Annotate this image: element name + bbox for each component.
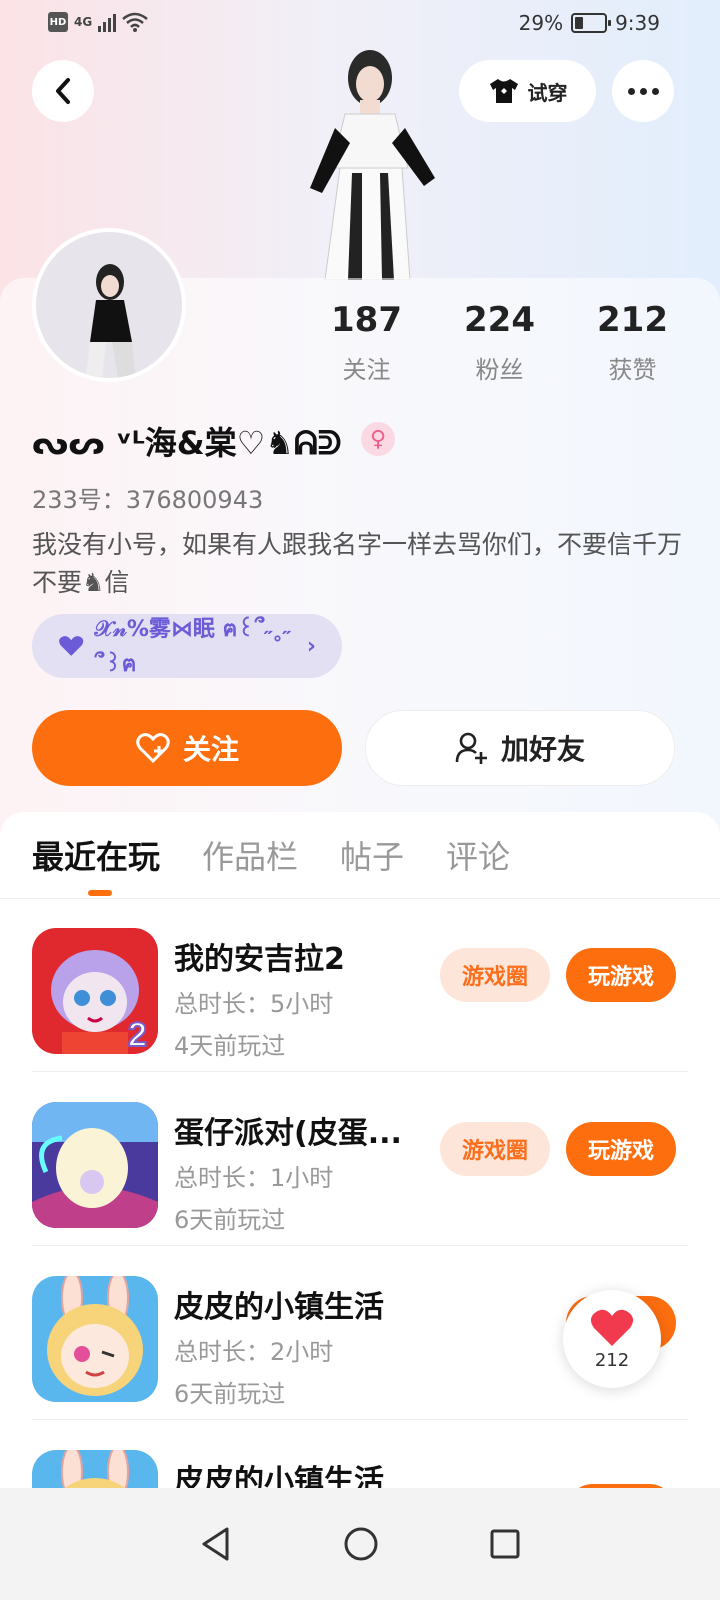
tab-recent-played[interactable]: 最近在玩 (32, 832, 160, 878)
stat-label: 关注 (342, 356, 391, 384)
angela-icon[interactable]: 2 (32, 928, 158, 1054)
play-game-button[interactable]: 玩游戏 (566, 1122, 676, 1176)
avatar-3d-figure[interactable] (290, 48, 440, 280)
divider (32, 1071, 688, 1072)
dot (651, 87, 659, 95)
divider (32, 1245, 688, 1246)
wifi-icon (122, 12, 149, 32)
chevron-right-icon: › (306, 633, 316, 659)
stat-following[interactable]: 187 关注 (300, 300, 433, 385)
chevron-left-icon (56, 78, 70, 104)
list-item[interactable]: 蛋仔派对(皮蛋... 总时长：1小时 6天前玩过 游戏圈 玩游戏 (32, 1074, 688, 1246)
female-gender-icon: ♀ (361, 422, 395, 456)
stat-value: 187 (331, 300, 402, 340)
home-circle-icon[interactable] (343, 1526, 379, 1562)
like-floating-button[interactable]: 212 (563, 1290, 661, 1388)
divider (32, 1419, 688, 1420)
back-triangle-icon[interactable] (199, 1526, 233, 1562)
profile-stats: 187 关注 224 粉丝 212 获赞 (300, 300, 700, 385)
game-title: 蛋仔派对(皮蛋... (174, 1116, 402, 1151)
battery-percent: 29% (518, 11, 564, 35)
status-right: 29% 9:39 (519, 11, 660, 35)
follow-label: 关注 (182, 733, 239, 766)
heart-icon (590, 1309, 634, 1346)
tab-comments[interactable]: 评论 (446, 832, 510, 878)
heart-icon (59, 636, 84, 656)
signal-icon (98, 12, 117, 32)
try-on-button[interactable]: 试穿 (459, 60, 596, 122)
tag-label: 𝒳𝓃%雾⋈眠 ฅ꒰՞˶˳˶ ՞꒱ฅ (94, 617, 291, 677)
eggy-party-icon[interactable] (32, 1102, 158, 1228)
user-plus-icon (455, 732, 487, 764)
dot (639, 87, 647, 95)
avatar-figure (86, 264, 136, 378)
game-title: 我的安吉拉2 (174, 942, 345, 977)
svg-text:2: 2 (128, 1016, 147, 1054)
add-friend-button[interactable]: 加好友 (365, 710, 675, 786)
nickname: ᔓᔕ ᵛᴸ海&棠♡♞ᕱᕲ (32, 424, 342, 462)
battery-icon (571, 13, 612, 33)
tab-posts[interactable]: 帖子 (340, 832, 404, 878)
tab-bar: 最近在玩 作品栏 帖子 评论 (32, 832, 510, 878)
status-left: HD 4G (48, 12, 149, 32)
stat-label: 粉丝 (475, 356, 524, 384)
tshirt-icon (489, 79, 518, 103)
tab-works[interactable]: 作品栏 (202, 832, 298, 878)
divider (0, 898, 720, 899)
game-circle-button[interactable]: 游戏圈 (440, 948, 550, 1002)
game-last-played: 6天前玩过 (174, 1380, 286, 1408)
recents-square-icon[interactable] (489, 1528, 521, 1560)
stat-label: 获赞 (608, 356, 657, 384)
clock: 9:39 (615, 11, 660, 35)
pipi-town-icon[interactable] (32, 1276, 158, 1402)
stat-value: 212 (597, 300, 668, 340)
game-last-played: 4天前玩过 (174, 1032, 286, 1060)
play-game-button[interactable]: 玩游戏 (566, 948, 676, 1002)
game-duration: 总时长：5小时 (174, 990, 334, 1018)
hd-badge: HD (48, 12, 68, 32)
follow-button[interactable]: 关注 (32, 710, 342, 786)
stat-value: 224 (464, 300, 535, 340)
game-circle-button[interactable]: 游戏圈 (440, 1122, 550, 1176)
back-button[interactable] (32, 60, 94, 122)
dot (627, 87, 635, 95)
relationship-tag[interactable]: 𝒳𝓃%雾⋈眠 ฅ꒰՞˶˳˶ ՞꒱ฅ › (32, 614, 342, 678)
like-count: 212 (594, 1349, 630, 1371)
game-duration: 总时长：1小时 (174, 1164, 334, 1192)
system-nav-bar (0, 1488, 720, 1600)
game-duration: 总时长：2小时 (174, 1338, 334, 1366)
network-type: 4G (74, 15, 93, 29)
stat-likes[interactable]: 212 获赞 (566, 300, 699, 385)
avatar[interactable] (32, 228, 186, 382)
heart-plus-icon (136, 733, 170, 764)
game-title: 皮皮的小镇生活 (174, 1290, 384, 1325)
user-id[interactable]: 233号：376800943 (32, 480, 263, 515)
more-options-button[interactable] (612, 60, 674, 122)
game-last-played: 6天前玩过 (174, 1206, 286, 1234)
add-friend-label: 加好友 (500, 733, 585, 766)
bio: 我没有小号，如果有人跟我名字一样去骂你们，不要信千万不要♞信 (32, 530, 683, 597)
try-on-label: 试穿 (527, 80, 568, 105)
tab-indicator (88, 890, 112, 896)
list-item[interactable]: 2 我的安吉拉2 总时长：5小时 4天前玩过 游戏圈 玩游戏 (32, 900, 688, 1072)
status-bar: HD 4G 29% 9:39 (0, 0, 720, 48)
stat-followers[interactable]: 224 粉丝 (433, 300, 566, 385)
